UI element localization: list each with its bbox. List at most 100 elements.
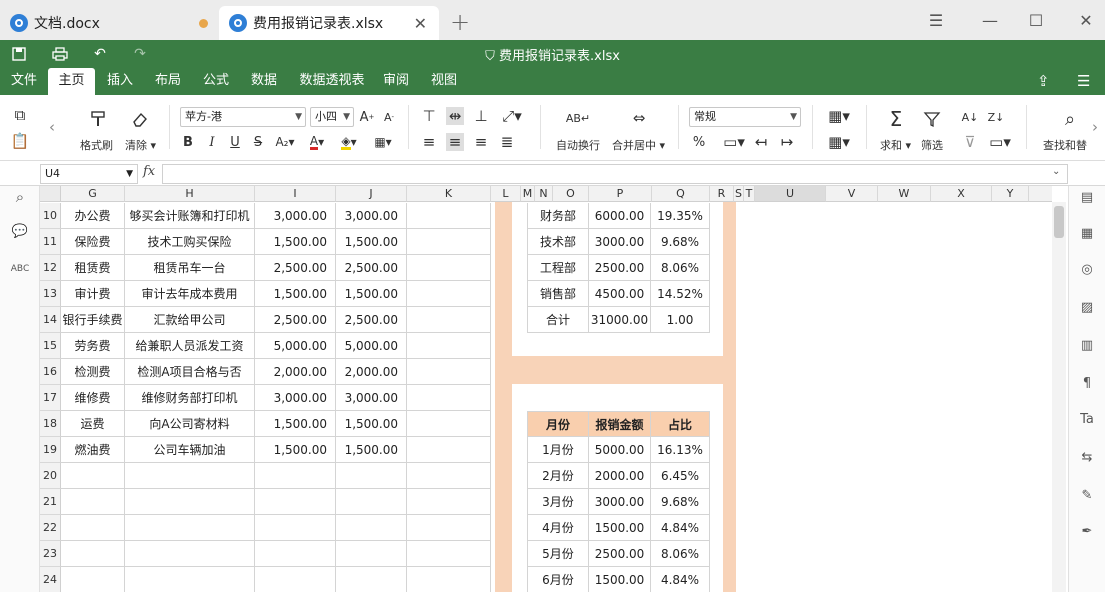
sort-options-icon[interactable]: ▭▾	[986, 133, 1014, 151]
empty-cell[interactable]	[878, 307, 931, 333]
empty-cell[interactable]	[992, 463, 1029, 489]
empty-cell[interactable]	[755, 541, 826, 567]
row-header[interactable]: 11	[40, 229, 61, 255]
justify-icon[interactable]: ≣	[498, 133, 516, 151]
shapes-icon[interactable]: ◎	[1075, 258, 1099, 280]
month-ratio-cell[interactable]: 4.84%	[651, 515, 710, 541]
month-amount-cell[interactable]: 5000.00	[589, 437, 651, 463]
empty-cell[interactable]	[755, 385, 826, 411]
reimbursed-cell[interactable]: 3,000.00	[336, 203, 407, 229]
empty-cell[interactable]	[407, 281, 491, 307]
font-size-select[interactable]: 小四 ▼	[310, 107, 354, 127]
amount-cell[interactable]	[255, 567, 336, 592]
menu-file[interactable]: 文件	[4, 68, 44, 95]
empty-cell[interactable]	[826, 515, 878, 541]
empty-cell[interactable]	[878, 463, 931, 489]
empty-cell[interactable]	[931, 203, 992, 229]
empty-cell[interactable]	[878, 255, 931, 281]
expense-type-cell[interactable]	[61, 463, 125, 489]
expense-type-cell[interactable]	[61, 489, 125, 515]
merge-center-icon[interactable]: ⇔	[626, 107, 652, 129]
menu-data[interactable]: 数据	[244, 68, 284, 95]
fill-color-icon[interactable]: ◈ ▾	[336, 133, 362, 151]
empty-cell[interactable]	[878, 229, 931, 255]
dept-ratio-cell[interactable]: 14.52%	[651, 281, 710, 307]
row-header[interactable]: 19	[40, 437, 61, 463]
image-icon[interactable]: ▨	[1075, 296, 1099, 318]
empty-cell[interactable]	[931, 359, 992, 385]
amount-cell[interactable]	[255, 515, 336, 541]
expense-type-cell[interactable]: 银行手续费	[61, 307, 125, 333]
empty-cell[interactable]	[878, 437, 931, 463]
expense-description-cell[interactable]: 向A公司寄材料	[125, 411, 255, 437]
expense-description-cell[interactable]: 技术工购买保险	[125, 229, 255, 255]
text-icon[interactable]: Ta	[1075, 408, 1099, 430]
subscript-icon[interactable]: A₂▾	[272, 133, 298, 151]
expand-formula-icon[interactable]: ⌄	[1052, 166, 1060, 177]
empty-cell[interactable]	[826, 567, 878, 592]
menu-review[interactable]: 审阅	[376, 68, 416, 95]
reimbursed-cell[interactable]: 5,000.00	[336, 333, 407, 359]
empty-cell[interactable]	[826, 463, 878, 489]
row-header[interactable]: 10	[40, 203, 61, 229]
expense-description-cell[interactable]	[125, 541, 255, 567]
amount-cell[interactable]: 1,500.00	[255, 411, 336, 437]
empty-cell[interactable]	[407, 463, 491, 489]
empty-cell[interactable]	[755, 463, 826, 489]
column-header-j[interactable]: J	[336, 186, 407, 202]
month-month-cell[interactable]: 6月份	[527, 567, 589, 592]
empty-cell[interactable]	[931, 333, 992, 359]
chart-icon[interactable]: ▥	[1075, 334, 1099, 356]
dept-amount-cell[interactable]: 6000.00	[589, 203, 651, 229]
italic-button[interactable]: I	[204, 133, 220, 151]
decrease-font-icon[interactable]: A-	[380, 107, 398, 127]
wrap-text-icon[interactable]: AB↵	[565, 107, 591, 129]
paste-icon[interactable]: 📋	[10, 131, 30, 151]
percent-button[interactable]: %	[690, 133, 708, 151]
dept-amount-cell[interactable]: 3000.00	[589, 229, 651, 255]
empty-cell[interactable]	[992, 359, 1029, 385]
search-icon[interactable]: ⌕	[8, 186, 32, 208]
empty-cell[interactable]	[931, 281, 992, 307]
empty-cell[interactable]	[1029, 515, 1052, 541]
font-color-icon[interactable]: A ▾	[304, 133, 330, 151]
increase-font-icon[interactable]: A +	[358, 107, 376, 127]
expense-description-cell[interactable]	[125, 463, 255, 489]
empty-cell[interactable]	[931, 255, 992, 281]
align-right-icon[interactable]: ≡	[472, 133, 490, 151]
amount-cell[interactable]: 2,500.00	[255, 307, 336, 333]
month-month-cell[interactable]: 2月份	[527, 463, 589, 489]
reimbursed-cell[interactable]: 1,500.00	[336, 229, 407, 255]
more-menu-icon[interactable]: ☰	[1077, 72, 1090, 90]
month-amount-cell[interactable]: 2500.00	[589, 541, 651, 567]
copy-icon[interactable]: ⧉	[10, 105, 30, 125]
empty-cell[interactable]	[407, 255, 491, 281]
empty-cell[interactable]	[878, 281, 931, 307]
month-amount-cell[interactable]: 2000.00	[589, 463, 651, 489]
reimbursed-cell[interactable]: 2,500.00	[336, 255, 407, 281]
reimbursed-cell[interactable]	[336, 541, 407, 567]
increase-decimal-icon[interactable]: ↤	[752, 133, 770, 151]
empty-cell[interactable]	[878, 333, 931, 359]
empty-cell[interactable]	[407, 411, 491, 437]
menu-pivot-table[interactable]: 数据透视表	[292, 68, 372, 95]
reimbursed-cell[interactable]	[336, 515, 407, 541]
empty-cell[interactable]	[407, 229, 491, 255]
empty-cell[interactable]	[755, 203, 826, 229]
signature-icon[interactable]: ✎	[1075, 484, 1099, 506]
empty-cell[interactable]	[1029, 281, 1052, 307]
column-header-r[interactable]: R	[710, 186, 734, 202]
dept-dept-cell[interactable]: 合计	[527, 307, 589, 333]
expense-description-cell[interactable]: 公司车辆加油	[125, 437, 255, 463]
text-orientation-icon[interactable]: ⤢▾	[498, 107, 526, 125]
empty-cell[interactable]	[755, 437, 826, 463]
column-header-i[interactable]: I	[255, 186, 336, 202]
empty-cell[interactable]	[992, 255, 1029, 281]
dept-dept-cell[interactable]: 财务部	[527, 203, 589, 229]
name-box[interactable]: U4 ▼	[40, 164, 138, 184]
amount-cell[interactable]: 1,500.00	[255, 437, 336, 463]
month-amount-cell[interactable]: 1500.00	[589, 515, 651, 541]
dept-dept-cell[interactable]: 工程部	[527, 255, 589, 281]
strikethrough-button[interactable]: S	[250, 133, 266, 151]
format-painter-icon[interactable]	[86, 107, 110, 131]
